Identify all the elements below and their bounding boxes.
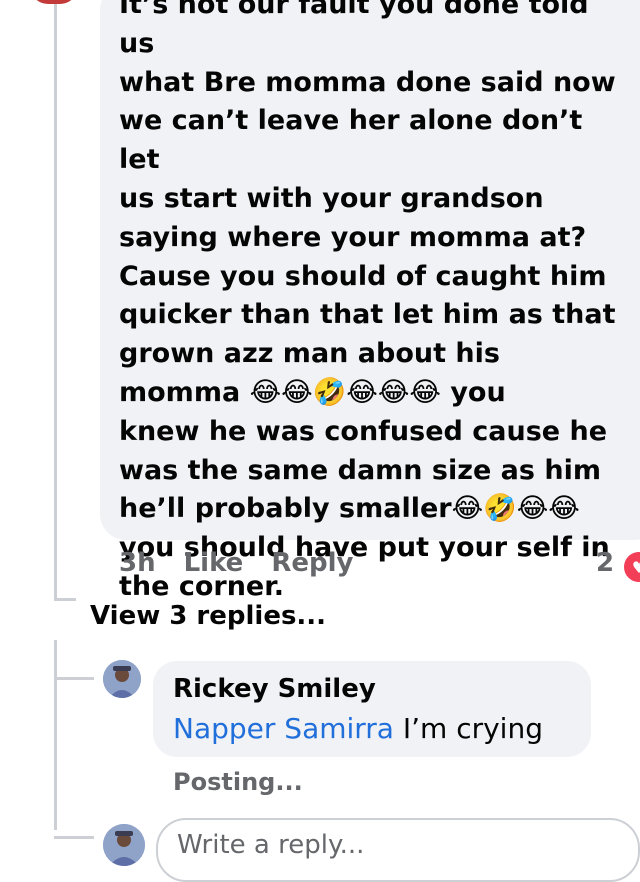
avatar-figure-icon — [103, 824, 145, 866]
commenter-avatar[interactable] — [30, 0, 78, 4]
avatar-figure-icon — [103, 660, 141, 698]
heart-icon[interactable]: ♥ — [622, 550, 640, 584]
comment-text: It’s not our fault you done told us what… — [119, 0, 616, 602]
composer-avatar — [103, 824, 145, 866]
heart-glyph: ♥ — [631, 557, 640, 577]
comment-actions: 3h Like Reply — [119, 548, 353, 578]
reply-message: I’m crying — [393, 712, 543, 745]
reaction-count[interactable]: 2 — [596, 548, 614, 578]
thread-line-main — [54, 0, 57, 600]
comment-timestamp[interactable]: 3h — [119, 548, 156, 578]
thread-line-compose-branch — [54, 836, 94, 839]
reply-button[interactable]: Reply — [271, 548, 353, 578]
mention-link[interactable]: Napper Samirra — [173, 712, 394, 745]
reply-author-name[interactable]: Rickey Smiley — [173, 674, 376, 704]
posting-status: Posting... — [173, 768, 303, 796]
reply-author-avatar[interactable] — [103, 660, 141, 698]
thread-line-curve — [54, 598, 76, 601]
reply-text: Napper Samirra I’m crying — [173, 712, 543, 745]
view-replies-link[interactable]: View 3 replies... — [90, 601, 326, 631]
thread-line-reply-branch — [54, 677, 94, 680]
like-button[interactable]: Like — [184, 548, 244, 578]
reply-input[interactable] — [177, 830, 617, 860]
thread-line-replies — [54, 640, 57, 830]
